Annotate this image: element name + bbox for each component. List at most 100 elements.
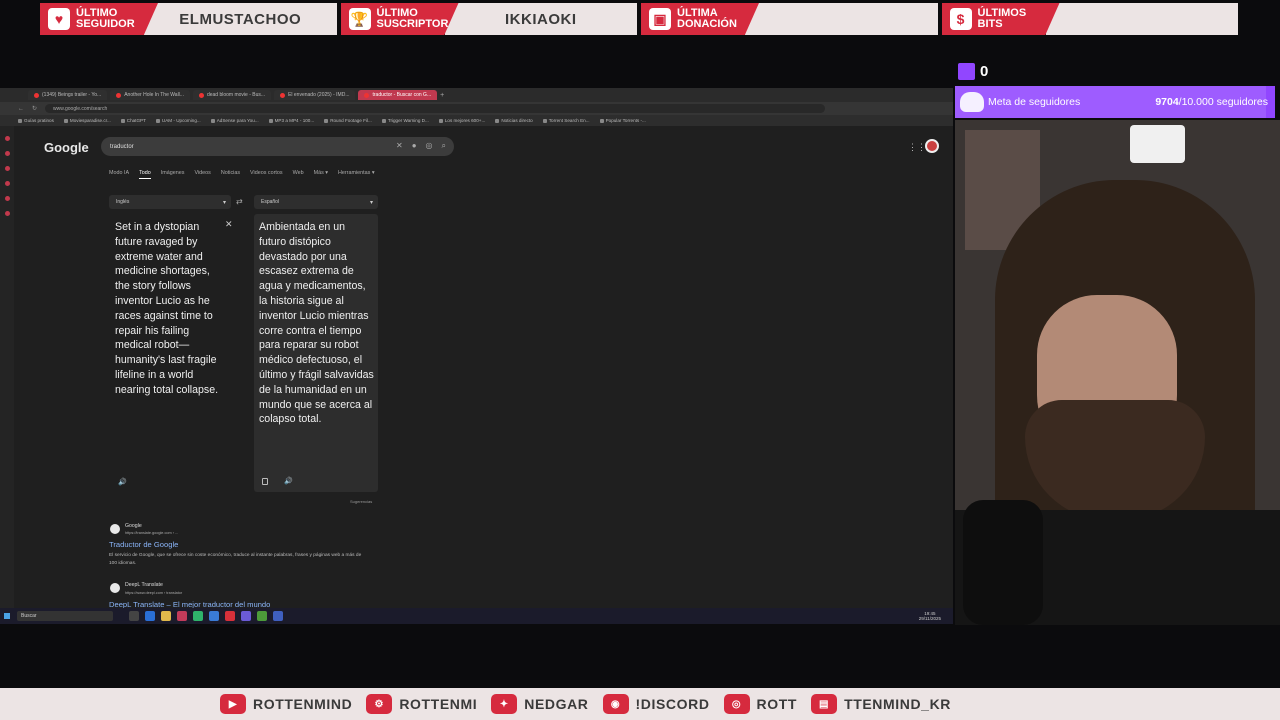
sidebar-app-icon[interactable] xyxy=(4,166,10,171)
steam-icon: ⚙ xyxy=(366,694,393,714)
result-url[interactable]: https://www.deepl.com › translator xyxy=(125,591,182,595)
browser-tab[interactable]: (1349) Beings trailer - Yo... xyxy=(28,90,108,100)
sidebar-app-icon[interactable] xyxy=(4,211,10,216)
bookmark-item[interactable]: Round Footage Fil... xyxy=(324,118,372,123)
taskbar-search[interactable]: Buscar xyxy=(17,611,113,621)
youtube-favicon-icon xyxy=(34,92,39,98)
browser-tab[interactable]: Another Hole In The Wall... xyxy=(110,90,190,100)
ring-light xyxy=(1130,125,1185,163)
clear-text-icon[interactable]: ✕ xyxy=(225,219,233,230)
app-icon[interactable] xyxy=(209,611,219,621)
filter-tab[interactable]: Videos xyxy=(194,170,210,179)
app-icon[interactable] xyxy=(241,611,251,621)
sidebar-app-icon[interactable] xyxy=(4,136,10,141)
new-tab-button[interactable]: + xyxy=(440,92,444,99)
bookmarks-bar: Guías pratinos Moviesparadise.cr... Chat… xyxy=(0,115,953,126)
app-icon[interactable] xyxy=(257,611,267,621)
sidebar-app-icon[interactable] xyxy=(4,181,10,186)
lens-icon[interactable]: ◎ xyxy=(426,141,433,151)
stream-overlay: ♥ Último seguidor ELMUSTACHOO 🏆 Último suscr… xyxy=(0,0,1280,720)
app-icon[interactable] xyxy=(145,611,155,621)
whatsapp-icon[interactable] xyxy=(193,611,203,621)
follower-goal-bar: Meta de seguidores 9704/10.000 seguidore… xyxy=(955,86,1275,118)
money-bag-icon: $ xyxy=(949,8,972,30)
swap-languages-icon[interactable]: ⇄ xyxy=(236,197,243,206)
filter-tab[interactable]: Herramientas ▾ xyxy=(338,170,375,179)
filter-tab[interactable]: Modo IA xyxy=(109,170,129,179)
target-language-select[interactable]: Español xyxy=(254,195,378,209)
folder-icon[interactable] xyxy=(161,611,171,621)
url-input[interactable]: www.google.com/search xyxy=(45,104,826,113)
twitch-icon xyxy=(958,63,975,80)
taskbar-clock[interactable]: 19:45 29/11/2025 xyxy=(919,611,941,621)
social-twitter: ✦ NEDGAR xyxy=(491,694,588,714)
browser-tab[interactable]: El envenado (2025) - IMD... xyxy=(274,90,356,100)
taskbar-apps xyxy=(129,611,283,621)
app-icon[interactable] xyxy=(273,611,283,621)
cash-register-icon: ▣ xyxy=(649,8,671,30)
google-logo[interactable]: Google xyxy=(44,140,89,155)
app-icon[interactable] xyxy=(225,611,235,621)
bookmark-item[interactable]: AdSense para You... xyxy=(211,118,259,123)
bookmark-item[interactable]: ChatGPT xyxy=(121,118,146,123)
youtube-icon: ▶ xyxy=(220,694,246,714)
bookmark-item[interactable]: UAM - Upcoming... xyxy=(156,118,201,123)
result-url[interactable]: https://translate.google.com › ... xyxy=(125,531,178,535)
filter-tab[interactable]: Imágenes xyxy=(161,170,185,179)
sidebar-app-icon[interactable] xyxy=(4,151,10,156)
result-title-link[interactable]: Traductor de Google xyxy=(109,540,178,549)
avatar[interactable] xyxy=(925,139,939,153)
browser-tab[interactable]: dead bloom movie - Bus... xyxy=(192,90,272,100)
browser-side-rail xyxy=(0,126,14,608)
reload-icon[interactable]: ↻ xyxy=(32,105,37,112)
browser-tab-active[interactable]: traductor - Buscar con G... xyxy=(358,90,438,100)
bookmark-item[interactable]: Torrent Search En... xyxy=(543,118,590,123)
result-site[interactable]: DeepL Translate xyxy=(125,582,163,588)
social-instagram: ◎ ROTT xyxy=(723,694,798,714)
google-favicon-icon xyxy=(110,524,120,534)
search-icon[interactable]: ⌕ xyxy=(442,141,446,151)
bookmark-item[interactable]: Moviesparadise.cr... xyxy=(64,118,111,123)
microphone-icon[interactable]: ● xyxy=(412,141,417,151)
filter-tab[interactable]: Videos cortos xyxy=(250,170,283,179)
source-text[interactable]: Set in a dystopian future ravaged by ext… xyxy=(115,220,223,398)
feedback-link[interactable]: Sugerencias xyxy=(350,499,372,504)
apps-grid-icon[interactable]: ⋮⋮ xyxy=(908,142,926,153)
alert-last-donation: ▣ Última donación xyxy=(641,3,938,35)
bookmark-item[interactable]: Los mejores 600+... xyxy=(439,118,485,123)
speaker-icon[interactable]: 🔊 xyxy=(118,478,127,486)
bookmark-item[interactable]: Noticias directo xyxy=(495,118,532,123)
copy-icon[interactable] xyxy=(262,478,268,485)
google-favicon-icon xyxy=(364,92,370,98)
bookmark-item[interactable]: Guías pratinos xyxy=(18,118,54,123)
app-icon[interactable] xyxy=(177,611,187,621)
translated-text: Ambientada en un futuro distópico devast… xyxy=(259,221,374,426)
result-site[interactable]: Google xyxy=(125,523,142,529)
youtube-favicon-icon xyxy=(116,92,122,98)
alert-value: ELMUSTACHOO xyxy=(144,3,337,35)
goal-progress-text: 9704/10.000 seguidores xyxy=(1155,96,1268,108)
result-snippet: El servicio de Google, que se ofrece sin… xyxy=(109,553,362,566)
taskview-icon[interactable] xyxy=(129,611,139,621)
sidebar-app-icon[interactable] xyxy=(4,196,10,201)
twitch-icon: ▤ xyxy=(811,694,838,714)
speaker-icon[interactable]: 🔊 xyxy=(284,477,293,485)
filter-tab[interactable]: Web xyxy=(293,170,304,179)
bookmark-item[interactable]: Popular Torrents -... xyxy=(600,118,646,123)
bookmark-item[interactable]: MP3 a MP4 - 100... xyxy=(269,118,315,123)
clear-icon[interactable]: ✕ xyxy=(396,141,403,151)
alert-value xyxy=(745,3,938,35)
google-favicon-icon xyxy=(198,92,204,98)
trophy-icon: 🏆 xyxy=(348,8,371,30)
windows-start-icon[interactable] xyxy=(4,613,10,619)
source-language-select[interactable]: Inglés xyxy=(109,195,231,209)
filter-tab[interactable]: Más ▾ xyxy=(314,170,328,179)
viewer-count: 0 xyxy=(980,63,989,80)
filter-tab-active[interactable]: Todo xyxy=(139,170,151,179)
search-query: traductor xyxy=(110,143,134,150)
alert-value xyxy=(1045,3,1238,35)
search-input[interactable]: traductor ✕ ● ◎ ⌕ xyxy=(101,137,454,156)
filter-tab[interactable]: Noticias xyxy=(221,170,240,179)
back-icon[interactable]: ← xyxy=(18,106,24,112)
bookmark-item[interactable]: Trigger Warning D... xyxy=(382,118,429,123)
